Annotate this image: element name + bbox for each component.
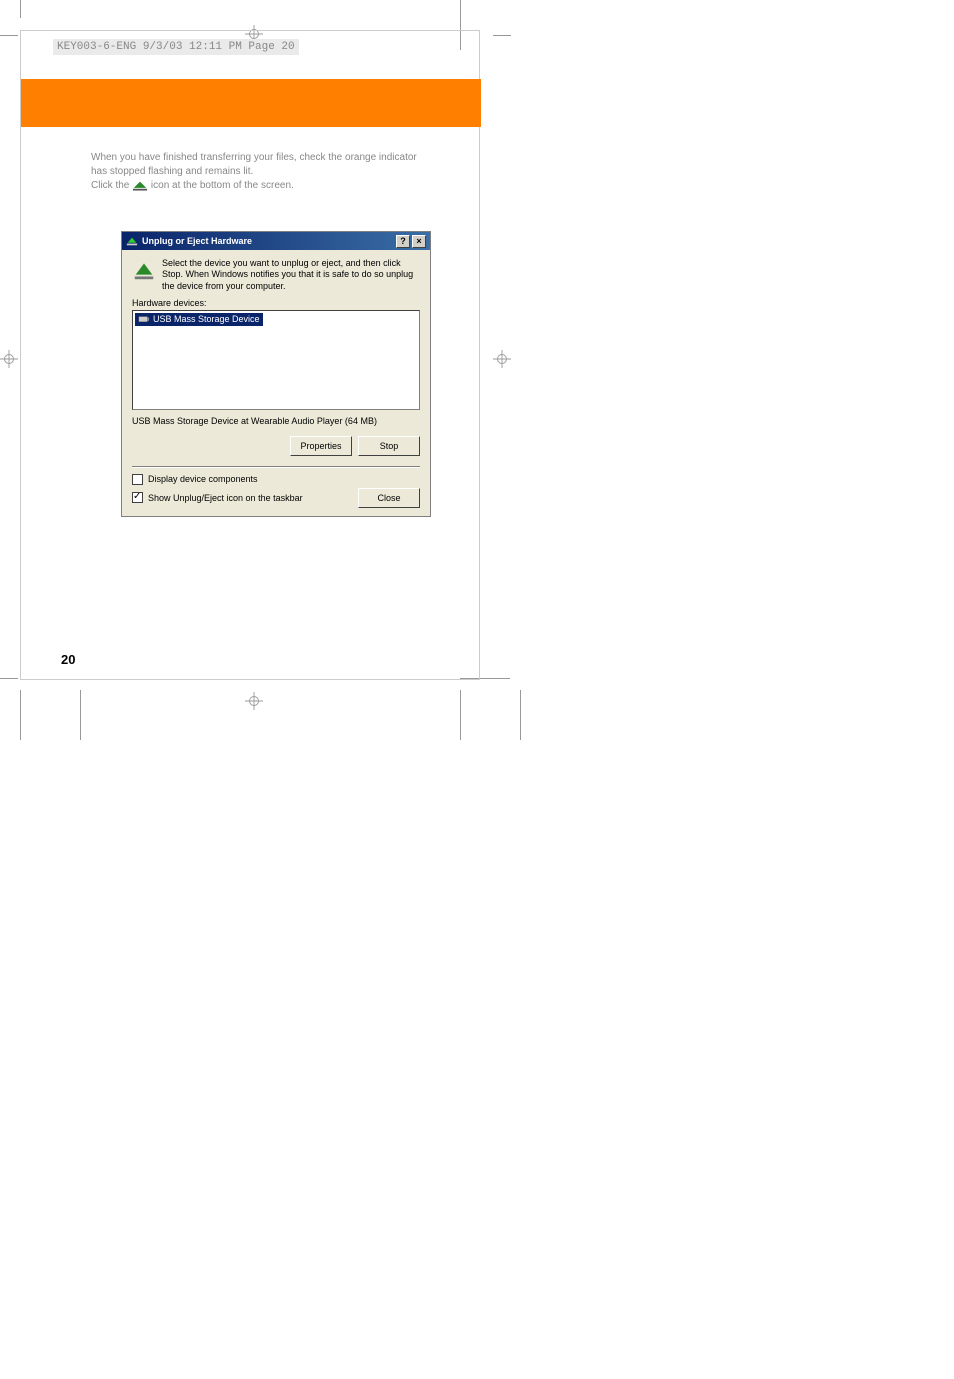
close-button[interactable]: × (412, 235, 426, 248)
device-description: USB Mass Storage Device at Wearable Audi… (132, 416, 420, 426)
orange-header-block (21, 79, 481, 127)
info-text: Select the device you want to unplug or … (162, 258, 420, 292)
close-dialog-button[interactable]: Close (358, 488, 420, 508)
device-list[interactable]: USB Mass Storage Device (132, 310, 420, 410)
paragraph-1: When you have finished transferring your… (91, 152, 417, 177)
instruction-text: When you have finished transferring your… (91, 151, 421, 193)
device-item-usb[interactable]: USB Mass Storage Device (135, 313, 263, 326)
titlebar-eject-icon (126, 235, 138, 247)
stop-button[interactable]: Stop (358, 436, 420, 456)
eject-info-icon (132, 258, 156, 282)
registration-mark (493, 350, 511, 368)
show-taskbar-icon-label: Show Unplug/Eject icon on the taskbar (148, 493, 303, 503)
display-components-label: Display device components (148, 474, 258, 484)
hardware-devices-label: Hardware devices: (132, 298, 420, 308)
show-taskbar-icon-checkbox[interactable] (132, 492, 143, 503)
page-container: KEY003-6-ENG 9/3/03 12:11 PM Page 20 Whe… (20, 30, 480, 680)
titlebar: Unplug or Eject Hardware ? × (122, 232, 430, 250)
icon-tail-text: icon at the bottom of the screen. (151, 180, 294, 191)
registration-mark (245, 692, 263, 710)
unplug-eject-dialog: Unplug or Eject Hardware ? × Select the … (121, 231, 431, 517)
click-the-text: Click the (91, 180, 129, 191)
usb-device-icon (138, 314, 150, 325)
eject-tray-icon (132, 179, 148, 191)
device-item-label: USB Mass Storage Device (153, 314, 260, 324)
page-number: 20 (61, 652, 75, 667)
header-label: KEY003-6-ENG 9/3/03 12:11 PM Page 20 (53, 39, 299, 55)
properties-button[interactable]: Properties (290, 436, 352, 456)
display-components-checkbox[interactable] (132, 474, 143, 485)
dialog-wrapper: Unplug or Eject Hardware ? × Select the … (121, 231, 431, 517)
divider (132, 466, 420, 468)
help-button[interactable]: ? (396, 235, 410, 248)
dialog-body: Select the device you want to unplug or … (122, 250, 430, 516)
registration-mark (0, 350, 18, 368)
titlebar-text: Unplug or Eject Hardware (142, 236, 394, 246)
